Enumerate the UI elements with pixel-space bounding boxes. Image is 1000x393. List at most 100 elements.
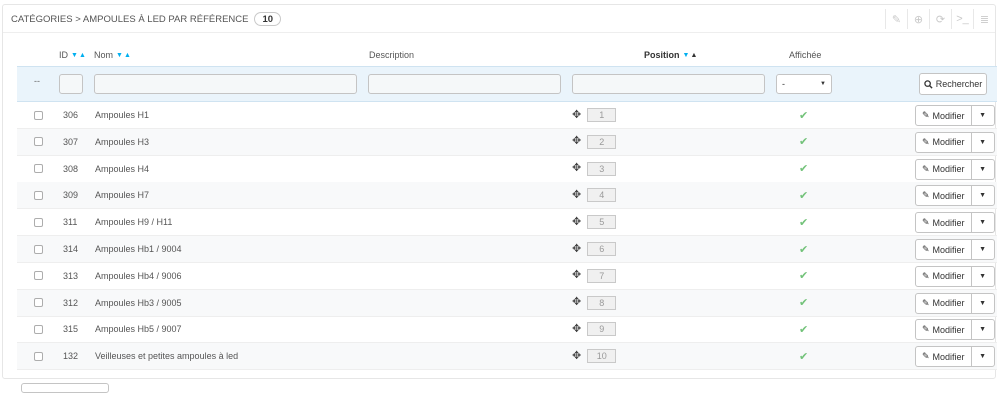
shown-check-icon[interactable]: ✔ bbox=[799, 290, 808, 316]
row-checkbox[interactable] bbox=[34, 351, 43, 361]
row-name: Ampoules H9 / H11 bbox=[95, 217, 173, 228]
position-value: 4 bbox=[587, 188, 617, 203]
row-id: 313 bbox=[63, 270, 79, 281]
row-position: ✥ 10 bbox=[572, 343, 617, 369]
actions-dropdown-button[interactable]: ▼ bbox=[972, 106, 994, 125]
table-row[interactable]: 314 Ampoules Hb1 / 9004 ✥ 6 ✔ ✎ Modifier ▼ bbox=[17, 236, 997, 263]
filter-shown-select[interactable]: - ▼ bbox=[776, 74, 832, 94]
filter-id-input[interactable] bbox=[59, 74, 83, 94]
actions-dropdown-button[interactable]: ▼ bbox=[972, 133, 994, 152]
table-row[interactable]: 312 Ampoules Hb3 / 9005 ✥ 8 ✔ ✎ Modifier ▼ bbox=[17, 289, 997, 317]
table-row[interactable]: 309 Ampoules H7 ✥ 4 ✔ ✎ Modifier ▼ bbox=[17, 182, 997, 210]
drag-handle-icon[interactable]: ✥ bbox=[572, 243, 581, 255]
table-row[interactable]: 306 Ampoules H1 ✥ 1 ✔ ✎ Modifier ▼ bbox=[17, 102, 997, 129]
bulk-actions-button[interactable] bbox=[21, 383, 109, 393]
row-checkbox[interactable] bbox=[34, 190, 43, 200]
position-value: 9 bbox=[587, 322, 617, 337]
search-button[interactable]: Rechercher bbox=[919, 73, 987, 95]
filter-description-input[interactable] bbox=[368, 74, 561, 94]
drag-handle-icon[interactable]: ✥ bbox=[572, 109, 581, 121]
drag-handle-icon[interactable]: ✥ bbox=[572, 270, 581, 281]
edit-button[interactable]: ✎ Modifier bbox=[916, 186, 972, 206]
drag-handle-icon[interactable]: ✥ bbox=[572, 163, 581, 174]
shown-check-icon[interactable]: ✔ bbox=[799, 263, 808, 289]
sort-asc-icon[interactable]: ▲ bbox=[124, 52, 131, 59]
filter-bulk-placeholder: -- bbox=[34, 76, 40, 86]
column-header-name[interactable]: Nom ▼ ▲ bbox=[94, 50, 131, 60]
row-select bbox=[34, 209, 43, 235]
filter-name-input[interactable] bbox=[94, 74, 357, 94]
edit-icon[interactable]: ✎ bbox=[885, 9, 907, 29]
actions-dropdown-button[interactable]: ▼ bbox=[972, 320, 994, 339]
database-icon[interactable]: ≣ bbox=[973, 9, 995, 29]
row-checkbox[interactable] bbox=[34, 298, 43, 308]
row-checkbox[interactable] bbox=[34, 271, 43, 281]
row-checkbox[interactable] bbox=[34, 217, 43, 227]
refresh-icon[interactable]: ⟳ bbox=[929, 9, 951, 29]
row-position: ✥ 1 bbox=[572, 102, 617, 128]
drag-handle-icon[interactable]: ✥ bbox=[572, 216, 581, 228]
sort-desc-icon[interactable]: ▼ bbox=[683, 52, 690, 59]
edit-button-label: Modifier bbox=[932, 271, 965, 282]
row-checkbox[interactable] bbox=[34, 137, 43, 147]
table-row[interactable]: 311 Ampoules H9 / H11 ✥ 5 ✔ ✎ Modifier ▼ bbox=[17, 209, 997, 237]
table-row[interactable]: 313 Ampoules Hb4 / 9006 ✥ 7 ✔ ✎ Modifier ▼ bbox=[17, 263, 997, 290]
actions-dropdown-button[interactable]: ▼ bbox=[972, 160, 994, 179]
shown-check-icon[interactable]: ✔ bbox=[799, 209, 808, 235]
table-row[interactable]: 315 Ampoules Hb5 / 9007 ✥ 9 ✔ ✎ Modifier ▼ bbox=[17, 316, 997, 344]
row-checkbox[interactable] bbox=[34, 324, 43, 334]
table-row[interactable]: 308 Ampoules H4 ✥ 3 ✔ ✎ Modifier ▼ bbox=[17, 156, 997, 183]
position-value: 8 bbox=[587, 295, 617, 310]
drag-handle-icon[interactable]: ✥ bbox=[572, 323, 581, 335]
edit-button[interactable]: ✎ Modifier bbox=[916, 159, 972, 179]
shown-check-icon[interactable]: ✔ bbox=[799, 343, 808, 369]
shown-check-icon[interactable]: ✔ bbox=[799, 182, 808, 208]
sort-asc-icon[interactable]: ▲ bbox=[690, 52, 697, 59]
shown-check-icon[interactable]: ✔ bbox=[799, 236, 808, 262]
actions-dropdown-button[interactable]: ▼ bbox=[972, 294, 994, 313]
drag-handle-icon[interactable]: ✥ bbox=[572, 189, 581, 201]
edit-button[interactable]: ✎ Modifier bbox=[916, 347, 972, 367]
sort-desc-icon[interactable]: ▼ bbox=[116, 52, 123, 59]
column-header-id[interactable]: ID ▼ ▲ bbox=[59, 50, 86, 60]
row-checkbox[interactable] bbox=[34, 244, 43, 254]
add-icon[interactable]: ⊕ bbox=[907, 9, 929, 29]
edit-button[interactable]: ✎ Modifier bbox=[916, 266, 972, 286]
table-row[interactable]: 307 Ampoules H3 ✥ 2 ✔ ✎ Modifier ▼ bbox=[17, 128, 997, 156]
column-header-position[interactable]: Position ▼ ▲ bbox=[644, 50, 697, 60]
actions-dropdown-button[interactable]: ▼ bbox=[972, 347, 994, 366]
edit-button[interactable]: ✎ Modifier bbox=[916, 240, 972, 259]
chevron-down-icon: ▼ bbox=[979, 246, 987, 253]
terminal-icon[interactable]: >_ bbox=[951, 9, 973, 29]
edit-button[interactable]: ✎ Modifier bbox=[916, 320, 972, 340]
drag-handle-icon[interactable]: ✥ bbox=[572, 136, 581, 147]
filter-position-input[interactable] bbox=[572, 74, 765, 94]
row-select bbox=[34, 290, 43, 316]
search-icon bbox=[924, 79, 933, 89]
heading-divider bbox=[3, 32, 995, 33]
shown-check-icon[interactable]: ✔ bbox=[799, 102, 808, 128]
actions-dropdown-button[interactable]: ▼ bbox=[972, 213, 994, 232]
table-row[interactable]: 132 Veilleuses et petites ampoules à led ✥… bbox=[17, 343, 997, 371]
edit-button[interactable]: ✎ Modifier bbox=[916, 106, 972, 125]
sort-desc-icon[interactable]: ▼ bbox=[71, 52, 78, 59]
sort-arrows[interactable]: ▼ ▲ bbox=[71, 52, 86, 59]
actions-dropdown-button[interactable]: ▼ bbox=[972, 240, 994, 259]
sort-arrows[interactable]: ▼ ▲ bbox=[683, 52, 698, 59]
shown-check-icon[interactable]: ✔ bbox=[799, 156, 808, 182]
row-checkbox[interactable] bbox=[34, 110, 43, 120]
drag-handle-icon[interactable]: ✥ bbox=[572, 350, 581, 362]
shown-check-icon[interactable]: ✔ bbox=[799, 129, 808, 155]
shown-check-icon[interactable]: ✔ bbox=[799, 316, 808, 342]
row-select bbox=[34, 343, 43, 369]
drag-handle-icon[interactable]: ✥ bbox=[572, 297, 581, 308]
edit-button[interactable]: ✎ Modifier bbox=[916, 213, 972, 233]
sort-arrows[interactable]: ▼ ▲ bbox=[116, 52, 131, 59]
row-checkbox[interactable] bbox=[34, 164, 43, 174]
pencil-icon: ✎ bbox=[922, 351, 930, 362]
edit-button[interactable]: ✎ Modifier bbox=[916, 132, 972, 152]
actions-dropdown-button[interactable]: ▼ bbox=[972, 267, 994, 286]
actions-dropdown-button[interactable]: ▼ bbox=[972, 186, 994, 205]
edit-button[interactable]: ✎ Modifier bbox=[916, 293, 972, 313]
sort-asc-icon[interactable]: ▲ bbox=[79, 52, 86, 59]
